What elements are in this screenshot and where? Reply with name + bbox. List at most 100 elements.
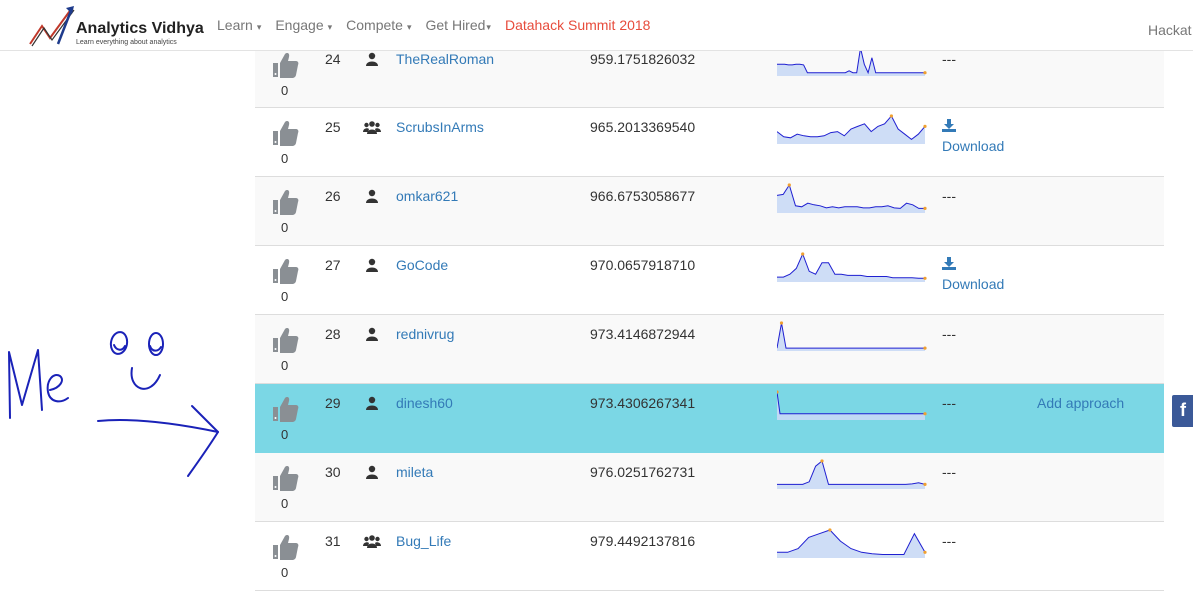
thumbs-up-icon (269, 187, 301, 217)
upvote-button[interactable] (269, 50, 301, 80)
hand-drawn-annotation (8, 331, 219, 477)
rank: 24 (325, 51, 341, 67)
logo-arrow-icon (29, 6, 75, 47)
score-value: 973.4306267341 (590, 395, 696, 411)
user-icon (365, 258, 379, 277)
nav-learn[interactable]: Learn ▾ (217, 17, 261, 33)
score-sparkline (777, 528, 927, 558)
vote-count: 0 (281, 565, 289, 580)
score-sparkline (776, 183, 927, 213)
facebook-icon: f (1180, 400, 1186, 420)
score-sparkline (776, 114, 927, 144)
upvote-button[interactable] (269, 325, 301, 355)
upvote-button[interactable] (269, 463, 301, 493)
chevron-down-icon: ▾ (406, 22, 412, 32)
rank: 29 (325, 395, 341, 411)
nav-hackathon[interactable]: Hackat (1148, 0, 1192, 50)
thumbs-up-icon (269, 532, 301, 562)
chevron-down-icon: ▾ (256, 22, 262, 32)
thumbs-up-icon (269, 256, 301, 286)
vote-count: 0 (281, 358, 289, 373)
score-value: 976.0251762731 (590, 464, 696, 480)
logo-tagline: Learn everything about analytics (76, 39, 177, 46)
top-navbar: Analytics Vidhya Learn everything about … (0, 0, 1193, 51)
download-button[interactable]: Download (942, 257, 1004, 292)
score-value: 965.2013369540 (590, 119, 696, 135)
upvote-button[interactable] (269, 256, 301, 286)
submission-placeholder: --- (942, 326, 956, 342)
leaderboard-row: 0 26 omkar621 966.6753058677 --- (255, 177, 1164, 246)
rank: 25 (325, 119, 341, 135)
nav-datahack-summit[interactable]: Datahack Summit 2018 (505, 17, 651, 33)
user-icon (365, 396, 379, 415)
user-icon (365, 465, 379, 484)
nav-label: Compete (346, 17, 403, 33)
leaderboard-row: 0 31 Bug_Life 979.4492137816 --- (255, 522, 1164, 591)
rank: 26 (325, 188, 341, 204)
nav-label: Learn (217, 17, 253, 33)
thumbs-up-icon (269, 463, 301, 493)
vote-count: 0 (281, 220, 289, 235)
participant-name-link[interactable]: omkar621 (396, 188, 458, 204)
submission-placeholder: --- (942, 533, 956, 549)
score-value: 966.6753058677 (590, 188, 696, 204)
participant-name-link[interactable]: rednivrug (396, 326, 454, 342)
download-label: Download (942, 276, 1005, 292)
vote-count: 0 (281, 83, 289, 98)
vote-count: 0 (281, 289, 289, 304)
site-logo[interactable]: Analytics Vidhya Learn everything about … (28, 4, 218, 48)
user-icon (365, 189, 379, 208)
participant-name-link[interactable]: mileta (396, 464, 433, 480)
upvote-button[interactable] (269, 394, 301, 424)
score-value: 959.1751826032 (590, 51, 696, 67)
rank: 28 (325, 326, 341, 342)
rank: 30 (325, 464, 341, 480)
user-icon (365, 327, 379, 346)
thumbs-up-icon (269, 394, 301, 424)
participant-name-link[interactable]: Bug_Life (396, 533, 451, 549)
chevron-down-icon: ▾ (327, 22, 333, 32)
thumbs-up-icon (269, 325, 301, 355)
score-sparkline (777, 252, 927, 282)
thumbs-up-icon (269, 118, 301, 148)
participant-name-link[interactable]: TheRealRoman (396, 51, 494, 67)
nav-engage[interactable]: Engage ▾ (275, 17, 332, 33)
leaderboard-row: 0 27 GoCode 970.0657918710 Download (255, 246, 1164, 315)
add-approach-link[interactable]: Add approach (1037, 395, 1124, 411)
rank: 27 (325, 257, 341, 273)
facebook-share-button[interactable]: f (1172, 395, 1193, 427)
vote-count: 0 (281, 496, 289, 511)
nav-compete[interactable]: Compete ▾ (346, 17, 411, 33)
upvote-button[interactable] (269, 118, 301, 148)
submission-placeholder: --- (942, 395, 956, 411)
logo-title: Analytics Vidhya (76, 20, 204, 37)
rank: 31 (325, 533, 341, 549)
submission-placeholder: --- (942, 188, 956, 204)
score-sparkline (775, 390, 927, 420)
participant-name-link[interactable]: GoCode (396, 257, 448, 273)
score-value: 973.4146872944 (590, 326, 696, 342)
upvote-button[interactable] (269, 187, 301, 217)
download-label: Download (942, 138, 1005, 154)
score-value: 979.4492137816 (590, 533, 696, 549)
upvote-button[interactable] (269, 532, 301, 562)
nav-label: Get Hired (425, 17, 486, 33)
vote-count: 0 (281, 427, 289, 442)
users-icon (363, 534, 381, 553)
nav-label: Engage (275, 17, 324, 33)
participant-name-link[interactable]: ScrubsInArms (396, 119, 484, 135)
leaderboard-row: 0 28 rednivrug 973.4146872944 --- (255, 315, 1164, 384)
nav-get-hired[interactable]: Get Hired▾ (426, 17, 491, 33)
vote-count: 0 (281, 151, 289, 166)
download-icon (942, 257, 1004, 273)
submission-placeholder: --- (942, 464, 956, 480)
download-icon (942, 119, 1004, 135)
download-button[interactable]: Download (942, 119, 1004, 154)
user-icon (365, 52, 379, 71)
participant-name-link[interactable]: dinesh60 (396, 395, 453, 411)
submission-placeholder: --- (942, 51, 956, 67)
main-nav: Learn ▾ Engage ▾ Compete ▾ Get Hired▾ Datah… (217, 0, 664, 50)
score-sparkline (776, 321, 927, 351)
score-value: 970.0657918710 (590, 257, 696, 273)
score-sparkline (777, 459, 927, 489)
